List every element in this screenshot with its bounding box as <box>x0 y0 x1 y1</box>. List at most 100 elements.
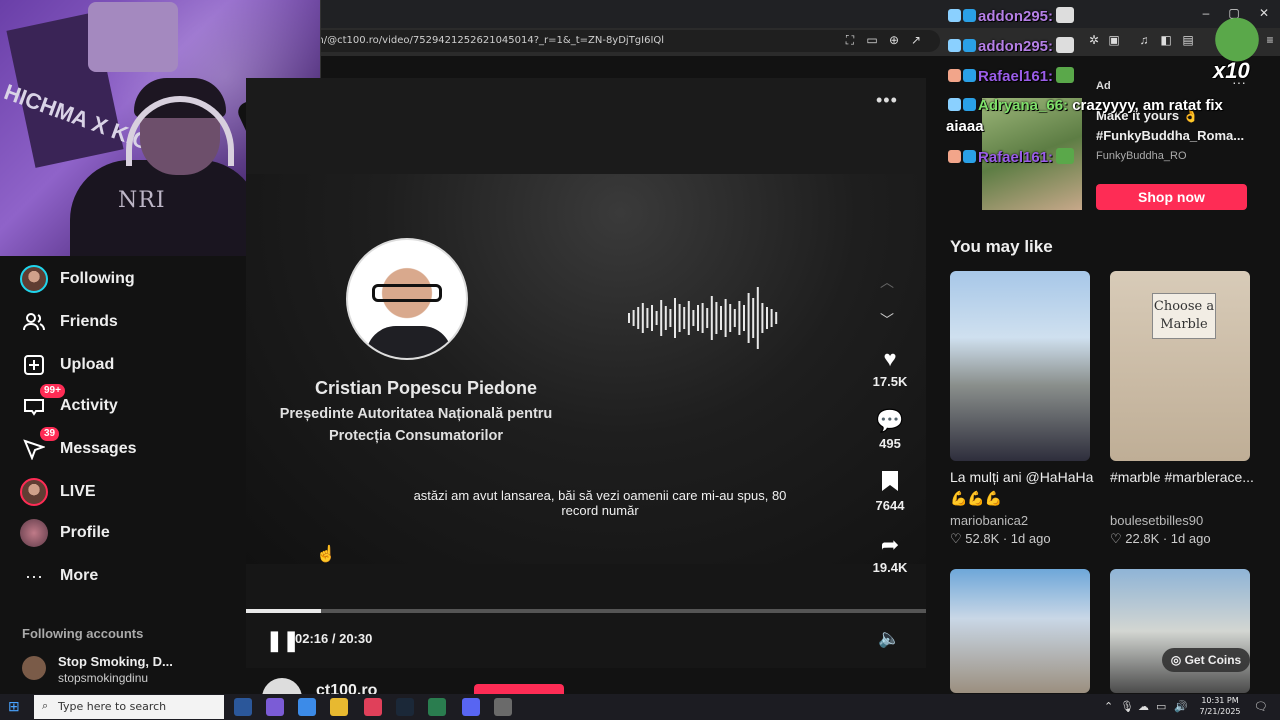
thumbnail-sign: Choose a Marble <box>1152 293 1216 339</box>
cast-icon[interactable]: ▭ <box>864 32 880 48</box>
recommendation-thumbnail[interactable] <box>950 569 1090 693</box>
recommendation-author[interactable]: boulesetbilles90 <box>1110 513 1203 528</box>
sidebar-item-activity[interactable]: 99+ Activity <box>18 384 238 422</box>
taskbar-search-input[interactable]: Type here to search <box>34 695 224 719</box>
chat-message: Rafael161: <box>948 148 1075 166</box>
wallet-icon[interactable]: ▤ <box>1180 32 1196 48</box>
sidebar-item-label: Friends <box>60 313 118 330</box>
subscriber-badge-icon <box>948 98 961 111</box>
sidebar-item-following[interactable]: Following <box>18 263 238 295</box>
clock-time: 10:31 PM <box>1201 696 1239 705</box>
recommendation-title[interactable]: La mulți ani @HaHaHa 💪💪💪 <box>950 467 1100 509</box>
recommendation-thumbnail[interactable] <box>1110 569 1250 693</box>
clock-date: 7/21/2025 <box>1199 707 1241 716</box>
zoom-icon[interactable]: ⊕ <box>886 32 902 48</box>
sidebar-item-friends[interactable]: Friends <box>18 306 238 338</box>
activity-badge: 99+ <box>40 384 65 398</box>
recommendation-thumbnail[interactable] <box>950 271 1090 461</box>
comment-icon: 💬 <box>876 408 904 433</box>
app-icon[interactable] <box>494 698 512 716</box>
save-button[interactable]: 7644 <box>866 470 914 513</box>
next-video-icon[interactable]: ﹀ <box>880 310 894 330</box>
follow-button[interactable] <box>474 684 564 694</box>
gem-badge-icon <box>963 150 976 163</box>
recommendation-stats: ♡ 52.8K · 1d ago <box>950 531 1051 546</box>
speaker-name: Cristian Popescu Piedone <box>314 378 538 398</box>
share-button[interactable]: ➦ 19.4K <box>866 532 914 575</box>
recommendation-stats: ♡ 22.8K · 1d ago <box>1110 531 1211 546</box>
windows-start-icon[interactable]: ⊞ <box>8 698 20 715</box>
share-count: 19.4K <box>872 560 908 575</box>
sidebar-toggle-icon[interactable]: ◧ <box>1158 32 1174 48</box>
microphone-tray-icon[interactable]: 🎙 <box>1120 700 1134 713</box>
bookmark-icon <box>866 470 914 498</box>
screenshot-icon[interactable]: ▣ <box>1106 32 1122 48</box>
friends-icon <box>18 306 50 338</box>
sidebar-item-more[interactable]: ··· More <box>18 560 238 592</box>
save-count: 7644 <box>875 498 905 513</box>
sidebar-item-label: More <box>60 567 99 584</box>
time-display: 02:16 / 20:30 <box>295 631 373 646</box>
get-coins-label: Get Coins <box>1184 653 1242 667</box>
sidebar-item-label: LIVE <box>60 483 96 500</box>
gem-badge-icon <box>963 69 976 82</box>
share-icon[interactable]: ↗ <box>908 32 924 48</box>
taskbar-clock[interactable]: 10:31 PM 7/21/2025 <box>1198 695 1242 717</box>
more-options-icon[interactable]: ••• <box>876 90 898 111</box>
steam-icon[interactable] <box>396 698 414 716</box>
video-header <box>246 78 926 174</box>
browser-icon[interactable] <box>364 698 382 716</box>
sidebar-item-upload[interactable]: Upload <box>18 349 238 381</box>
reader-mode-icon[interactable]: ⛶ <box>842 32 858 48</box>
chat-message-continued: aiaaa <box>946 118 984 135</box>
video-subtitle: astăzi am avut lansarea, băi să vezi oam… <box>413 488 787 518</box>
copilot-icon[interactable] <box>266 698 284 716</box>
sidebar-item-messages[interactable]: 39 Messages <box>18 427 238 465</box>
progress-bar[interactable] <box>246 609 926 613</box>
chat-username: Adryana_66: <box>978 97 1069 114</box>
previous-video-icon[interactable]: ︿ <box>880 272 894 292</box>
emote-icon <box>1056 67 1075 83</box>
account-name: Stop Smoking, D... <box>58 654 173 669</box>
comment-button[interactable]: 💬 495 <box>866 408 914 451</box>
speaker-title: Protecția Consumatorilor <box>328 428 504 444</box>
chat-message: Rafael161: <box>948 67 1075 85</box>
discord-icon[interactable] <box>462 698 480 716</box>
media-icon[interactable]: ♫ <box>1136 32 1152 48</box>
sidebar-item-label: Messages <box>60 440 137 457</box>
gem-badge-icon <box>963 39 976 52</box>
chat-text: aiaaa <box>946 118 984 135</box>
recommendation-title[interactable]: #marble #marblerace... <box>1110 467 1260 488</box>
chat-username: Rafael161: <box>978 68 1054 85</box>
file-explorer-icon[interactable] <box>330 698 348 716</box>
gem-badge-icon <box>963 98 976 111</box>
like-button[interactable]: ♥ 17.5K <box>866 346 914 389</box>
emote-icon <box>1056 37 1075 53</box>
sound-tray-icon[interactable]: 🔊 <box>1174 700 1188 713</box>
extensions-icon[interactable]: ✲ <box>1086 32 1102 48</box>
activity-icon: 99+ <box>18 384 65 422</box>
following-avatar-icon <box>18 263 50 295</box>
emote-combo-count: x10 <box>1213 58 1250 83</box>
you-may-like-heading: You may like <box>950 237 1053 256</box>
recommendation-thumbnail[interactable]: Choose a Marble <box>1110 271 1250 461</box>
like-count: 17.5K <box>872 374 908 389</box>
tray-overflow-icon[interactable]: ⌃ <box>1104 700 1113 713</box>
notifications-icon[interactable]: 🗨 <box>1254 700 1268 713</box>
volume-icon[interactable]: 🔈 <box>878 628 900 649</box>
comment-count: 495 <box>879 436 901 451</box>
network-icon[interactable]: ▭ <box>1156 700 1166 713</box>
shop-now-button[interactable]: Shop now <box>1096 184 1247 210</box>
get-coins-button[interactable]: ◎ Get Coins <box>1162 648 1250 672</box>
chat-username: addon295: <box>978 8 1054 25</box>
terminal-icon[interactable] <box>428 698 446 716</box>
more-icon: ··· <box>25 565 43 586</box>
sidebar-item-live[interactable]: LIVE <box>18 476 238 508</box>
following-account-item[interactable]: Stop Smoking, D... stopsmokingdinu <box>22 654 242 688</box>
edge-icon[interactable] <box>298 698 316 716</box>
following-accounts-heading: Following accounts <box>22 626 144 641</box>
cloud-icon[interactable]: ☁ <box>1138 700 1149 713</box>
task-view-icon[interactable] <box>234 698 252 716</box>
recommendation-author[interactable]: mariobanica2 <box>950 513 1028 528</box>
sidebar-item-profile[interactable]: Profile <box>18 517 238 549</box>
